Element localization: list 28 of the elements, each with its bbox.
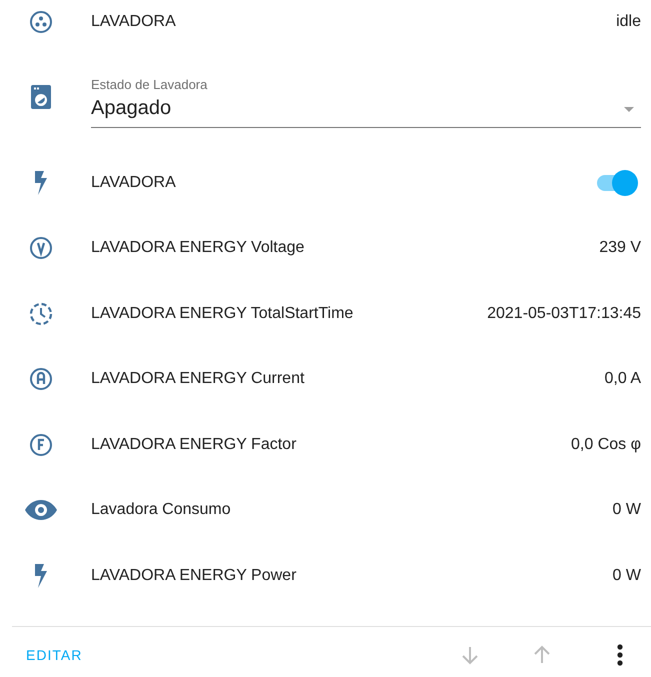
lightning-icon bbox=[34, 170, 48, 195]
toggle-switch[interactable] bbox=[595, 168, 639, 197]
entity-state: 0 W bbox=[612, 566, 642, 586]
entity-name[interactable]: LAVADORA ENERGY TotalStartTime bbox=[91, 302, 488, 326]
letter-v-circle-icon bbox=[29, 236, 53, 260]
select-field[interactable]: Estado de Lavadora Apagado bbox=[91, 76, 641, 128]
eye-icon bbox=[25, 500, 57, 520]
washing-machine-icon bbox=[31, 85, 51, 109]
dots-circle-icon bbox=[29, 10, 53, 34]
entity-name[interactable]: LAVADORA ENERGY Voltage bbox=[91, 236, 600, 260]
entity-name[interactable]: LAVADORA bbox=[91, 170, 595, 195]
dashed-clock-icon bbox=[29, 302, 53, 326]
entity-name[interactable]: Lavadora Consumo bbox=[91, 498, 613, 522]
entity-name[interactable]: LAVADORA ENERGY Power bbox=[91, 564, 613, 588]
more-options-icon[interactable] bbox=[617, 644, 623, 666]
entity-name[interactable]: LAVADORA ENERGY Factor bbox=[91, 432, 572, 457]
entity-state: idle bbox=[616, 12, 642, 32]
entity-state: 0,0 Cos φ bbox=[571, 434, 642, 455]
lightning-icon bbox=[34, 564, 48, 588]
letter-a-circle-icon bbox=[29, 367, 53, 392]
entity-name[interactable]: LAVADORA bbox=[91, 10, 616, 34]
entity-state: 0,0 A bbox=[604, 369, 642, 390]
letter-f-circle-icon bbox=[29, 432, 53, 457]
entity-state: 0 W bbox=[612, 500, 642, 520]
entity-state: 2021-05-03T17:13:45 bbox=[487, 304, 642, 324]
entity-name[interactable]: LAVADORA ENERGY Current bbox=[91, 367, 605, 392]
dropdown-caret-icon bbox=[624, 106, 634, 112]
entity-state: 239 V bbox=[599, 238, 642, 258]
